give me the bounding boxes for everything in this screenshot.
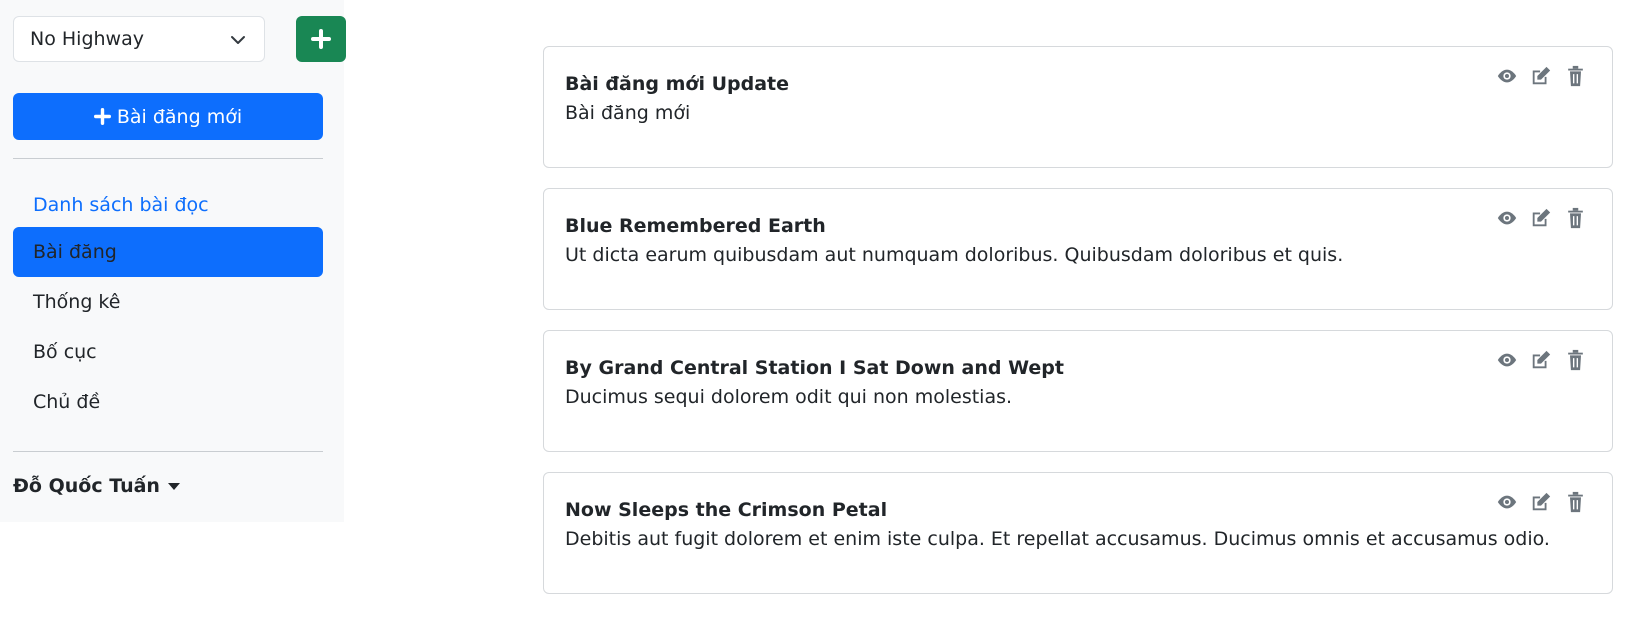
sidebar-item-label: Bài đăng: [33, 241, 117, 263]
post-actions: [1496, 65, 1586, 87]
eye-icon[interactable]: [1496, 65, 1518, 87]
divider: [13, 158, 323, 159]
edit-icon[interactable]: [1530, 207, 1552, 229]
post-card: Bài đăng mới Update Bài đăng mới: [543, 46, 1613, 168]
trash-icon[interactable]: [1564, 349, 1586, 371]
sidebar-item-label: Bố cục: [33, 341, 97, 363]
sidebar-item-posts[interactable]: Bài đăng: [13, 227, 323, 277]
post-title: Blue Remembered Earth: [565, 215, 826, 237]
highway-select-value: No Highway: [30, 28, 144, 50]
plus-icon: [311, 29, 331, 49]
post-summary: Bài đăng mới: [565, 102, 691, 124]
trash-icon[interactable]: [1564, 65, 1586, 87]
user-menu-toggle[interactable]: Đỗ Quốc Tuấn: [13, 475, 180, 497]
eye-icon[interactable]: [1496, 491, 1518, 513]
post-card: Blue Remembered Earth Ut dicta earum qui…: [543, 188, 1613, 310]
post-summary: Debitis aut fugit dolorem et enim iste c…: [565, 528, 1550, 550]
eye-icon[interactable]: [1496, 207, 1518, 229]
sidebar-item-reading-list[interactable]: Danh sách bài đọc: [13, 180, 323, 230]
post-card: Now Sleeps the Crimson Petal Debitis aut…: [543, 472, 1613, 594]
post-card: By Grand Central Station I Sat Down and …: [543, 330, 1613, 452]
user-name: Đỗ Quốc Tuấn: [13, 475, 160, 497]
post-summary: Ut dicta earum quibusdam aut numquam dol…: [565, 244, 1344, 266]
edit-icon[interactable]: [1530, 491, 1552, 513]
post-title: By Grand Central Station I Sat Down and …: [565, 357, 1064, 379]
edit-icon[interactable]: [1530, 65, 1552, 87]
divider: [13, 451, 323, 452]
post-title: Bài đăng mới Update: [565, 73, 789, 95]
post-actions: [1496, 491, 1586, 513]
trash-icon[interactable]: [1564, 491, 1586, 513]
new-post-button[interactable]: Bài đăng mới: [13, 93, 323, 140]
sidebar-item-label: Thống kê: [33, 291, 121, 313]
sidebar-item-layout[interactable]: Bố cục: [13, 327, 323, 377]
eye-icon[interactable]: [1496, 349, 1518, 371]
post-title: Now Sleeps the Crimson Petal: [565, 499, 888, 521]
sidebar-item-topics[interactable]: Chủ đề: [13, 377, 323, 427]
add-highway-button[interactable]: [296, 16, 346, 62]
edit-icon[interactable]: [1530, 349, 1552, 371]
sidebar: No Highway Bài đăng mới Danh sách bài đọ…: [0, 0, 346, 522]
chevron-down-icon: [231, 36, 245, 44]
highway-select[interactable]: No Highway: [13, 16, 265, 62]
post-actions: [1496, 349, 1586, 371]
new-post-label: Bài đăng mới: [116, 105, 243, 128]
sidebar-item-label: Danh sách bài đọc: [33, 194, 209, 216]
sidebar-item-statistics[interactable]: Thống kê: [13, 277, 323, 327]
caret-down-icon: [167, 482, 180, 490]
post-summary: Ducimus sequi dolorem odit qui non moles…: [565, 386, 1013, 408]
sidebar-item-label: Chủ đề: [33, 391, 101, 413]
plus-icon: [93, 108, 111, 125]
post-actions: [1496, 207, 1586, 229]
trash-icon[interactable]: [1564, 207, 1586, 229]
